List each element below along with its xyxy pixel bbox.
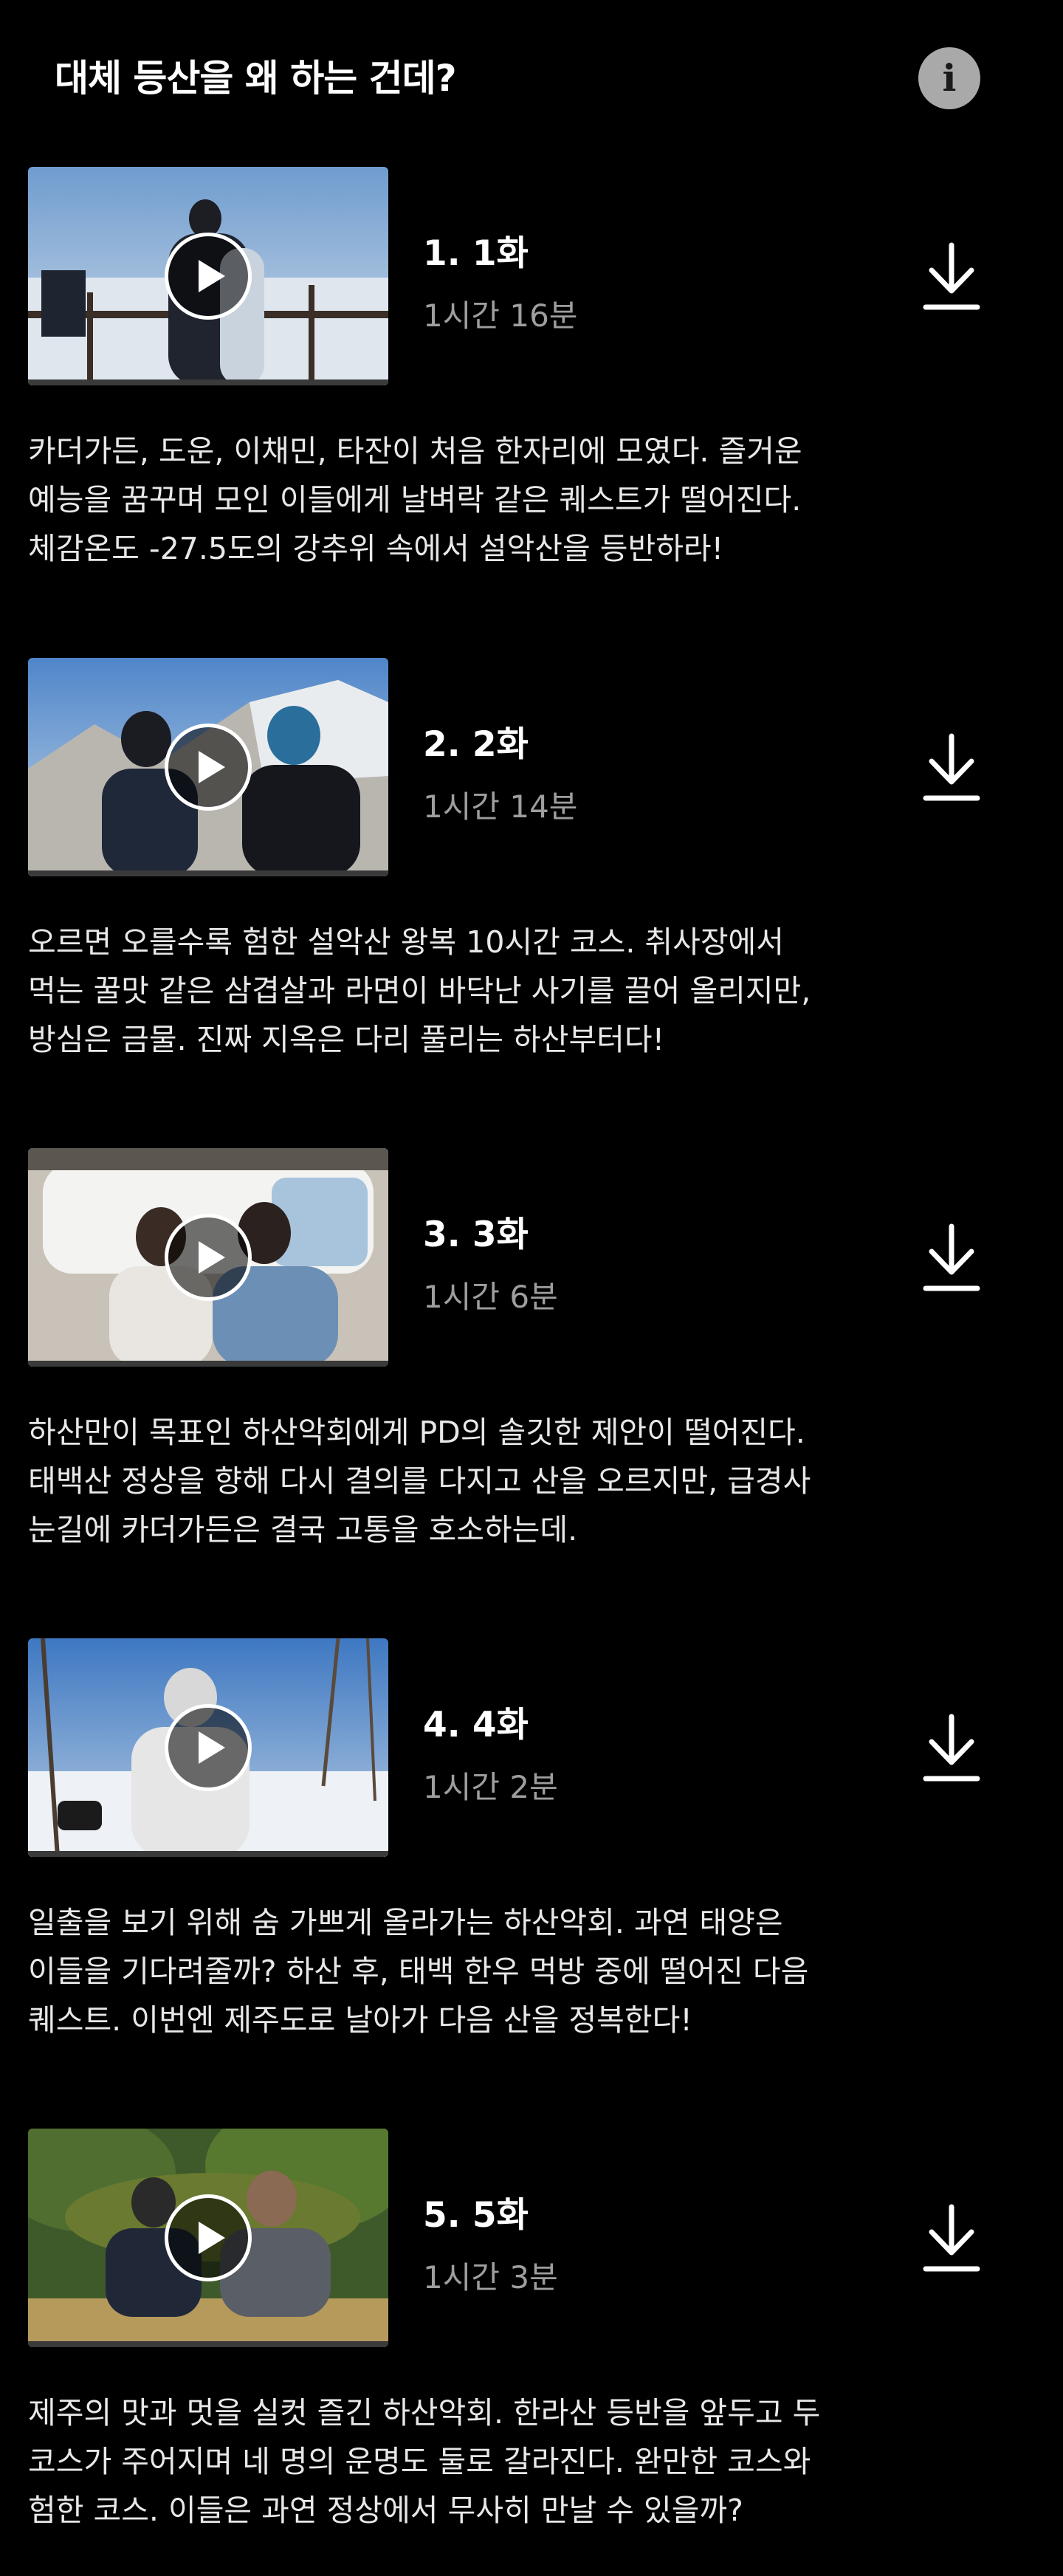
download-icon[interactable] <box>921 1223 982 1294</box>
episode-item-4[interactable]: 4. 4화 1시간 2분 일출을 보기 위해 숨 가쁘게 올라가는 하산악회. … <box>0 1638 1063 2081</box>
episode-title: 1. 1화 <box>423 233 529 274</box>
download-icon[interactable] <box>921 1714 982 1785</box>
episode-item-2[interactable]: 2. 2화 1시간 14분 오르면 오를수록 험한 설악산 왕복 10시간 코스… <box>0 658 1063 1101</box>
download-icon[interactable] <box>921 242 982 313</box>
episode-thumbnail[interactable] <box>28 1148 388 1367</box>
episode-thumbnail[interactable] <box>28 1638 388 1857</box>
episode-description: 오르면 오를수록 험한 설악산 왕복 10시간 코스. 취사장에서 먹는 꿀맛 … <box>28 924 811 1057</box>
episode-title: 3. 3화 <box>423 1215 529 1255</box>
episode-description: 제주의 맛과 멋을 실컷 즐긴 하산악회. 한라산 등반을 앞두고 두 코스가 … <box>28 2395 821 2528</box>
page-title: 대체 등산을 왜 하는 건데? <box>55 57 457 100</box>
episode-title: 4. 4화 <box>423 1705 529 1745</box>
episode-description: 하산만이 목표인 하산악회에게 PD의 솔깃한 제안이 떨어진다. 태백산 정상… <box>28 1415 811 1548</box>
episode-description: 카더가든, 도운, 이채민, 타잔이 처음 한자리에 모였다. 즐거운 예능을 … <box>28 433 802 566</box>
progress-bar <box>28 2341 388 2347</box>
header: 대체 등산을 왜 하는 건데? i <box>0 0 1063 155</box>
episode-description: 일출을 보기 위해 숨 가쁘게 올라가는 하산악회. 과연 태양은 이들을 기다… <box>28 1905 809 2038</box>
play-icon[interactable] <box>165 2194 252 2281</box>
play-icon[interactable] <box>165 724 252 811</box>
episode-duration: 1시간 14분 <box>423 789 578 825</box>
progress-bar <box>28 379 388 385</box>
download-icon[interactable] <box>921 733 982 804</box>
episode-title: 2. 2화 <box>423 724 529 765</box>
episode-thumbnail[interactable] <box>28 658 388 876</box>
info-icon[interactable]: i <box>918 47 980 109</box>
play-icon[interactable] <box>165 1214 252 1301</box>
episode-item-1[interactable]: 1. 1화 1시간 16분 카더가든, 도운, 이채민, 타잔이 처음 한자리에… <box>0 167 1063 610</box>
episode-thumbnail[interactable] <box>28 167 388 385</box>
play-icon[interactable] <box>165 233 252 320</box>
episode-duration: 1시간 3분 <box>423 2259 558 2295</box>
episode-item-5[interactable]: 5. 5화 1시간 3분 제주의 맛과 멋을 실컷 즐긴 하산악회. 한라산 등… <box>0 2129 1063 2572</box>
download-icon[interactable] <box>921 2204 982 2275</box>
progress-bar <box>28 870 388 876</box>
play-icon[interactable] <box>165 1704 252 1791</box>
episode-title: 5. 5화 <box>423 2195 529 2236</box>
episode-duration: 1시간 2분 <box>423 1769 558 1805</box>
episode-item-3[interactable]: 3. 3화 1시간 6분 하산만이 목표인 하산악회에게 PD의 솔깃한 제안이… <box>0 1148 1063 1591</box>
episode-duration: 1시간 16분 <box>423 298 578 334</box>
episode-thumbnail[interactable] <box>28 2129 388 2347</box>
progress-bar <box>28 1851 388 1857</box>
progress-bar <box>28 1361 388 1367</box>
episode-list-page: 대체 등산을 왜 하는 건데? i 1. 1화 1시간 16분 카더가든, 도운… <box>0 0 1063 2576</box>
episode-duration: 1시간 6분 <box>423 1279 558 1315</box>
